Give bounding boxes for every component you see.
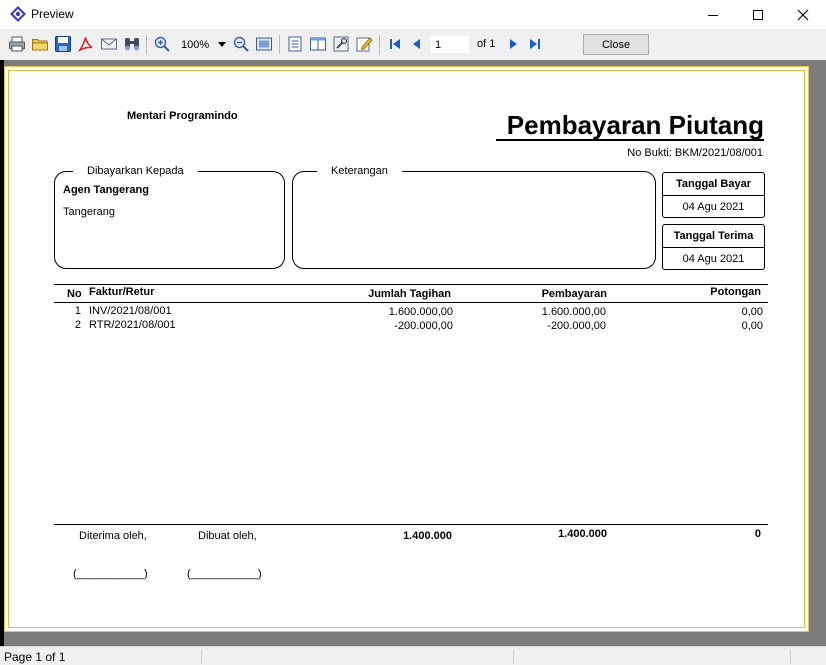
row-no: 2 [74, 319, 81, 331]
page-count-label: of 1 [477, 38, 496, 50]
fit-page-icon[interactable] [255, 35, 273, 53]
status-page: Page 1 of 1 [4, 650, 66, 664]
zoom-select[interactable]: 100% [178, 35, 228, 54]
row-amount: -200.000,00 [394, 320, 453, 332]
app-icon [10, 6, 26, 22]
total-payment: 1.400.000 [558, 528, 607, 540]
column-header-no: No [67, 288, 82, 300]
row-amount: 1.600.000,00 [388, 306, 453, 318]
table-top-rule [54, 284, 768, 285]
first-page-icon[interactable] [386, 35, 404, 53]
row-invoice: INV/2021/08/001 [89, 305, 172, 317]
pay-date-label: Tanggal Bayar [663, 173, 764, 196]
maximize-icon [753, 9, 763, 20]
last-page-icon[interactable] [526, 35, 544, 53]
receive-date-label: Tanggal Terima [663, 225, 764, 248]
edit-icon[interactable] [355, 35, 373, 53]
company-name: Mentari Programindo [127, 110, 238, 122]
signature-receiver: (___________) [73, 568, 148, 580]
row-invoice: RTR/2021/08/001 [89, 319, 176, 331]
minimize-icon [708, 14, 718, 16]
row-no: 1 [74, 305, 81, 317]
pay-date-box: Tanggal Bayar 04 Agu 2021 [662, 172, 765, 218]
row-discount: 0,00 [741, 320, 763, 332]
notes-legend: Keterangan [317, 165, 402, 177]
chevron-down-icon [218, 42, 226, 47]
toolbar-separator [279, 35, 280, 54]
prev-page-icon[interactable] [408, 35, 426, 53]
column-header-amount: Jumlah Tagihan [368, 288, 451, 300]
maximize-button[interactable] [735, 0, 781, 29]
single-page-icon[interactable] [286, 35, 304, 53]
minimize-button[interactable] [690, 0, 736, 29]
close-button[interactable]: Close [583, 34, 649, 55]
paid-to-city: Tangerang [63, 206, 115, 218]
title-bar: Preview [0, 0, 826, 29]
zoom-in-icon[interactable] [153, 35, 171, 53]
column-header-discount: Potongan [710, 286, 761, 298]
document-number: No Bukti: BKM/2021/08/001 [627, 147, 763, 159]
status-bar: Page 1 of 1 [0, 646, 826, 665]
receive-date-box: Tanggal Terima 04 Agu 2021 [662, 224, 765, 270]
two-page-icon[interactable] [309, 35, 327, 53]
zoom-value: 100% [181, 38, 210, 51]
open-icon[interactable] [31, 35, 49, 53]
close-icon [797, 9, 809, 20]
print-icon[interactable] [8, 35, 26, 53]
status-divider [513, 649, 514, 664]
pdf-icon[interactable] [77, 35, 95, 53]
status-divider [790, 649, 791, 664]
made-by-label: Dibuat oleh, [198, 530, 257, 542]
report-title: Pembayaran Piutang [496, 111, 764, 141]
status-divider [201, 649, 202, 664]
row-discount: 0,00 [741, 306, 763, 318]
toolbar-separator [379, 35, 380, 54]
pay-date-value: 04 Agu 2021 [682, 200, 745, 213]
zoom-out-icon[interactable] [232, 35, 250, 53]
total-amount: 1.400.000 [403, 530, 452, 542]
total-discount: 0 [754, 528, 761, 540]
save-icon[interactable] [54, 35, 72, 53]
column-header-payment: Pembayaran [541, 288, 607, 300]
table-bottom-rule [54, 524, 768, 525]
page-number-input[interactable] [430, 35, 470, 54]
close-window-button[interactable] [780, 0, 826, 29]
receive-date-value: 04 Agu 2021 [682, 252, 745, 265]
notes-box: Keterangan [292, 165, 656, 269]
paid-to-box: Dibayarkan Kepada Agen Tangerang Tangera… [54, 165, 285, 269]
window-title: Preview [31, 7, 74, 21]
toolbar-separator [146, 35, 147, 54]
row-payment: -200.000,00 [547, 320, 606, 332]
signature-maker: (___________) [187, 568, 262, 580]
next-page-icon[interactable] [504, 35, 522, 53]
paid-to-legend: Dibayarkan Kepada [73, 165, 198, 177]
find-icon[interactable] [123, 35, 141, 53]
email-icon[interactable] [100, 35, 118, 53]
paid-to-name: Agen Tangerang [63, 184, 149, 196]
table-header-rule [54, 302, 768, 303]
column-header-invoice: Faktur/Retur [89, 286, 155, 298]
settings-icon[interactable] [332, 35, 350, 53]
received-by-label: Diterima oleh, [79, 530, 147, 542]
row-payment: 1.600.000,00 [541, 306, 606, 318]
toolbar: 100% of 1 Close [0, 29, 826, 60]
